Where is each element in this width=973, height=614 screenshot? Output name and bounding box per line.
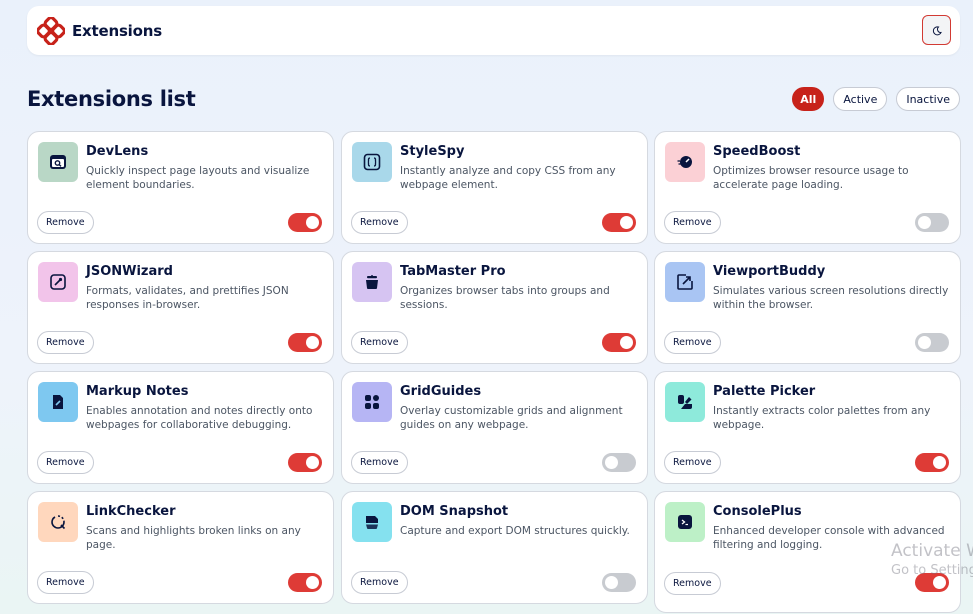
remove-button[interactable]: Remove [37,331,94,354]
extension-card: SpeedBoost Optimizes browser resource usa… [654,131,961,244]
remove-button[interactable]: Remove [351,571,408,594]
extension-card: StyleSpy Instantly analyze and copy CSS f… [341,131,648,244]
extension-name: DevLens [86,144,149,159]
extension-name: DOM Snapshot [400,504,509,519]
json-wand-icon [38,262,78,302]
filter-group: All Active Inactive [792,87,960,111]
extension-description: Instantly extracts color palettes from a… [713,405,931,431]
extension-toggle[interactable] [915,213,949,232]
moon-icon [932,21,942,40]
theme-toggle-button[interactable] [922,15,951,45]
extension-name: StyleSpy [400,144,465,159]
toggle-knob [306,216,319,229]
extension-name: SpeedBoost [713,144,801,159]
speedometer-icon [665,142,705,182]
toggle-knob [620,336,633,349]
extension-name: TabMaster Pro [400,264,506,279]
inspect-window-icon [38,142,78,182]
extension-name: ViewportBuddy [713,264,826,279]
console-prompt-icon [665,502,705,542]
grid-dots-icon [352,382,392,422]
viewport-arrow-icon [665,262,705,302]
extension-toggle[interactable] [915,453,949,472]
toggle-knob [306,336,319,349]
remove-button[interactable]: Remove [37,211,94,234]
extension-card: ViewportBuddy Simulates various screen re… [654,251,961,364]
brand-name: Extensions [72,21,162,40]
remove-button[interactable]: Remove [351,211,408,234]
extension-toggle[interactable] [602,333,636,352]
extension-name: Palette Picker [713,384,816,399]
extension-card: DOM Snapshot Capture and export DOM struc… [341,491,648,604]
extension-card: Markup Notes Enables annotation and notes… [27,371,334,484]
extension-description: Organizes browser tabs into groups and s… [400,285,610,311]
remove-button[interactable]: Remove [351,451,408,474]
extension-description: Capture and export DOM structures quickl… [400,525,630,537]
toggle-knob [620,216,633,229]
extension-description: Formats, validates, and prettifies JSON … [86,285,289,311]
toggle-knob [605,576,618,589]
extension-toggle[interactable] [602,573,636,592]
remove-button[interactable]: Remove [664,331,721,354]
remove-button[interactable]: Remove [351,331,408,354]
remove-button[interactable]: Remove [664,451,721,474]
filter-inactive-button[interactable]: Inactive [896,87,960,111]
toggle-knob [605,456,618,469]
toggle-knob [918,216,931,229]
broken-link-icon [38,502,78,542]
extension-description: Enhanced developer console with advanced… [713,525,945,551]
app-header: Extensions [27,6,960,55]
extension-card: TabMaster Pro Organizes browser tabs into… [341,251,648,364]
page-title: Extensions list [27,87,196,111]
extension-toggle[interactable] [288,573,322,592]
filter-active-button[interactable]: Active [833,87,888,111]
remove-button[interactable]: Remove [37,571,94,594]
extension-toggle[interactable] [915,573,949,592]
extension-toggle[interactable] [288,333,322,352]
remove-button[interactable]: Remove [37,451,94,474]
toggle-knob [306,576,319,589]
extension-toggle[interactable] [602,453,636,472]
extension-card: DevLens Quickly inspect page layouts and … [27,131,334,244]
extension-description: Enables annotation and notes directly on… [86,405,313,431]
filter-all-button[interactable]: All [792,87,825,111]
extension-description: Quickly inspect page layouts and visuali… [86,165,310,191]
remove-button[interactable]: Remove [664,572,721,595]
remove-button[interactable]: Remove [664,211,721,234]
logo-icon [37,16,65,45]
extension-name: GridGuides [400,384,482,399]
toggle-knob [918,336,931,349]
extension-name: LinkChecker [86,504,176,519]
extension-card: JSONWizard Formats, validates, and pretti… [27,251,334,364]
extension-toggle[interactable] [915,333,949,352]
toggle-knob [306,456,319,469]
extension-description: Instantly analyze and copy CSS from any … [400,165,616,191]
extension-name: ConsolePlus [713,504,802,519]
extension-card: ConsolePlus Enhanced developer console wi… [654,491,961,613]
extension-card: Palette Picker Instantly extracts color p… [654,371,961,484]
toggle-knob [933,576,946,589]
extension-name: Markup Notes [86,384,189,399]
extension-card: GridGuides Overlay customizable grids and… [341,371,648,484]
palette-icon [665,382,705,422]
css-braces-icon [352,142,392,182]
extension-toggle[interactable] [288,453,322,472]
toggle-knob [933,456,946,469]
extension-description: Optimizes browser resource usage to acce… [713,165,909,191]
extension-toggle[interactable] [602,213,636,232]
dom-snapshot-icon [352,502,392,542]
extension-name: JSONWizard [86,264,173,279]
extension-toggle[interactable] [288,213,322,232]
extension-description: Overlay customizable grids and alignment… [400,405,623,431]
extension-description: Scans and highlights broken links on any… [86,525,301,551]
extension-card: LinkChecker Scans and highlights broken l… [27,491,334,604]
extension-description: Simulates various screen resolutions dir… [713,285,949,311]
tabs-stack-icon [352,262,392,302]
note-pen-icon [38,382,78,422]
